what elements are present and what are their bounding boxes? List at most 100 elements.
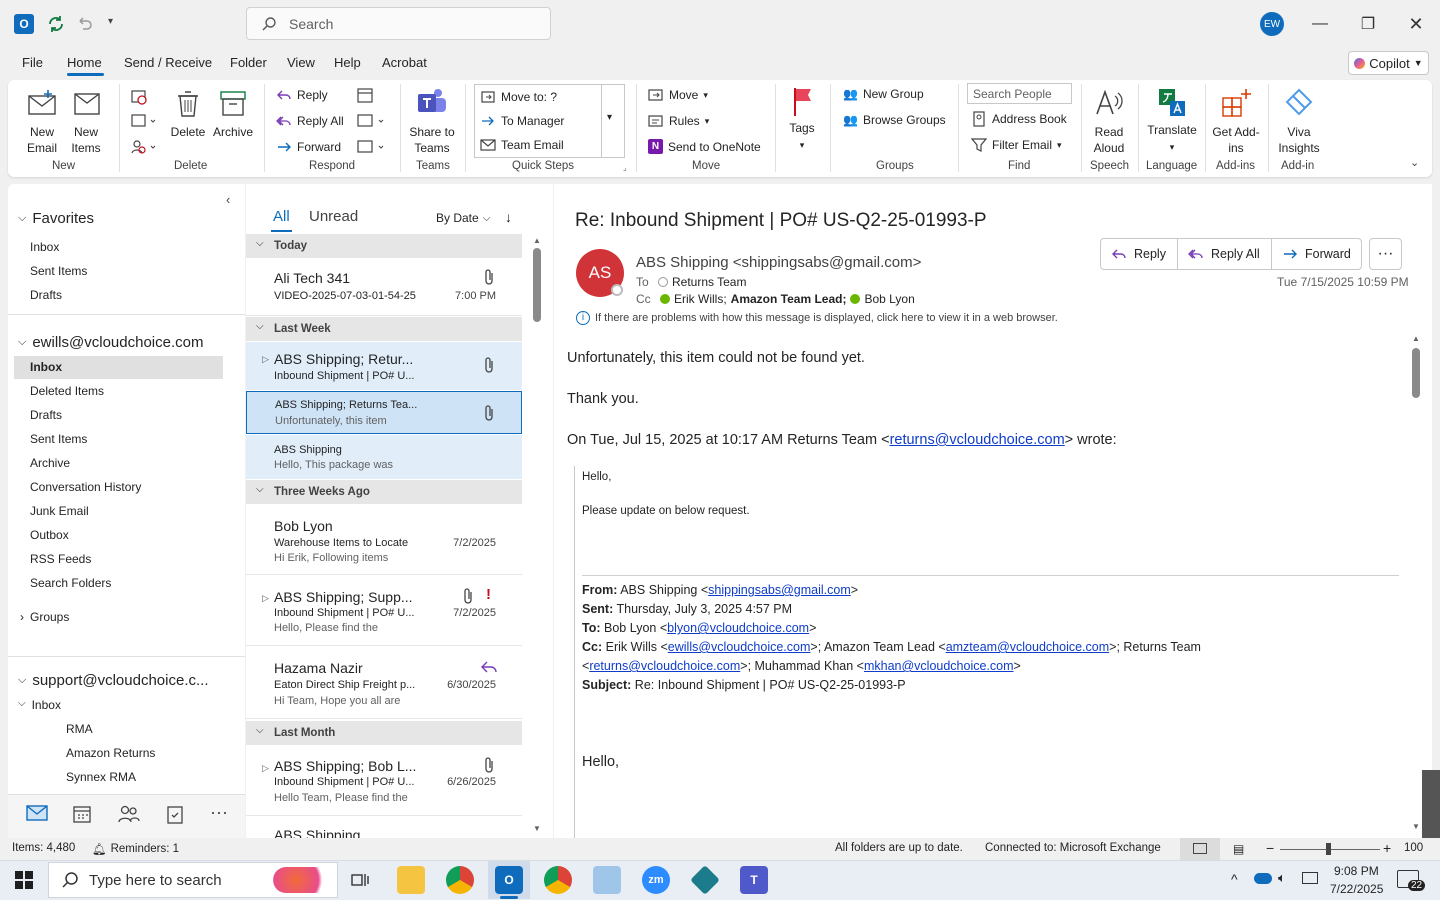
archive-button[interactable]: Archive bbox=[211, 88, 255, 140]
list-item[interactable]: Hazama Nazir Eaton Direct Ship Freight p… bbox=[246, 647, 522, 719]
email-link[interactable]: blyon@vcloudchoice.com bbox=[667, 621, 809, 635]
get-addins-button[interactable]: Get Add-ins bbox=[1212, 86, 1260, 156]
task-view-icon[interactable] bbox=[350, 870, 370, 890]
folder-rma[interactable]: RMA bbox=[66, 722, 93, 736]
forward-button[interactable]: Forward bbox=[276, 139, 341, 155]
folder-rss-feeds[interactable]: RSS Feeds bbox=[30, 552, 91, 566]
groups-header[interactable]: › Groups bbox=[20, 610, 69, 624]
more-apps-icon[interactable]: ··· bbox=[210, 802, 228, 823]
reading-reply-all-button[interactable]: Reply All bbox=[1177, 238, 1272, 270]
show-hidden-icons[interactable]: ^ bbox=[1231, 871, 1238, 887]
email-link[interactable]: ewills@vcloudchoice.com bbox=[668, 640, 811, 654]
folder-outbox[interactable]: Outbox bbox=[30, 528, 69, 542]
list-item[interactable]: ABS Shipping bbox=[246, 817, 522, 838]
sort-dropdown[interactable]: By Date ⌵ bbox=[436, 211, 490, 225]
section-three-weeks-ago[interactable]: Three Weeks Ago bbox=[246, 480, 522, 504]
menu-folder[interactable]: Folder bbox=[230, 55, 267, 70]
share-to-teams-button[interactable]: Share to Teams bbox=[408, 86, 456, 156]
list-scrollbar-thumb[interactable] bbox=[533, 248, 541, 322]
collapse-pane-icon[interactable]: ‹ bbox=[226, 192, 230, 207]
zoom-slider-thumb[interactable] bbox=[1326, 843, 1331, 855]
read-aloud-button[interactable]: Read Aloud bbox=[1089, 86, 1129, 156]
list-item-selected[interactable]: ABS Shipping; Returns Tea... Unfortunate… bbox=[246, 391, 522, 434]
section-last-week[interactable]: Last Week bbox=[246, 317, 522, 341]
delete-button[interactable]: Delete bbox=[168, 88, 208, 140]
menu-home[interactable]: Home bbox=[67, 55, 102, 70]
taskbar-search[interactable]: Type here to search bbox=[48, 862, 338, 898]
volume-icon[interactable]: 🔈︎ bbox=[1278, 870, 1286, 886]
zoom-level[interactable]: 100 bbox=[1404, 842, 1440, 854]
meeting-icon[interactable] bbox=[356, 86, 374, 104]
scroll-up-icon[interactable]: ▲ bbox=[1412, 334, 1420, 343]
folder-sent-items[interactable]: Sent Items bbox=[30, 432, 87, 446]
expand-thread-icon[interactable]: ▷ bbox=[262, 763, 269, 774]
network-icon[interactable] bbox=[1302, 872, 1318, 884]
junk-icon[interactable] bbox=[130, 138, 156, 156]
expand-thread-icon[interactable]: ▷ bbox=[262, 593, 269, 604]
filter-email-button[interactable]: Filter Email ▾ bbox=[971, 137, 1062, 153]
zoom-app-icon[interactable]: zm bbox=[642, 866, 670, 894]
reading-view-icon[interactable]: ▤ bbox=[1233, 842, 1244, 856]
scroll-up-icon[interactable]: ▲ bbox=[533, 236, 541, 245]
clock-date[interactable]: 7/22/2025 bbox=[1330, 882, 1383, 896]
fav-drafts[interactable]: Drafts bbox=[30, 288, 62, 302]
close-button[interactable]: ✕ bbox=[1402, 10, 1430, 38]
ignore-icon[interactable] bbox=[130, 88, 148, 106]
gallery-expand-icon[interactable]: ▾ bbox=[607, 112, 612, 123]
chrome-icon[interactable] bbox=[446, 866, 474, 894]
reply-button[interactable]: Reply bbox=[276, 87, 328, 103]
outlook-taskbar-icon[interactable]: O bbox=[495, 866, 523, 894]
folder-synnex-rma[interactable]: Synnex RMA bbox=[66, 770, 136, 784]
email-link[interactable]: shippingsabs@gmail.com bbox=[708, 583, 851, 597]
section-last-month[interactable]: Last Month bbox=[246, 721, 522, 745]
account2-header[interactable]: ⌵ support@vcloudchoice.c... bbox=[18, 672, 209, 689]
new-email-button[interactable]: New Email bbox=[22, 88, 62, 156]
email-link[interactable]: returns@vcloudchoice.com bbox=[890, 432, 1065, 448]
scroll-down-icon[interactable]: ▼ bbox=[533, 824, 541, 833]
favorites-header[interactable]: ⌵ Favorites bbox=[18, 210, 94, 227]
folder-archive[interactable]: Archive bbox=[30, 456, 70, 470]
reading-scrollbar-thumb[interactable] bbox=[1412, 348, 1420, 398]
chrome-profile-icon[interactable] bbox=[544, 866, 572, 894]
tab-all[interactable]: All bbox=[273, 208, 290, 225]
reading-forward-button[interactable]: Forward bbox=[1271, 238, 1362, 270]
calendar-icon[interactable] bbox=[72, 804, 92, 824]
mail-icon[interactable] bbox=[26, 804, 48, 822]
quickstep-team-email[interactable]: Team Email bbox=[480, 137, 564, 153]
rules-button[interactable]: Rules ▾ bbox=[648, 113, 709, 129]
folder-junk-email[interactable]: Junk Email bbox=[30, 504, 89, 518]
more-respond-icon[interactable] bbox=[356, 138, 386, 156]
folder-drafts[interactable]: Drafts bbox=[30, 408, 62, 422]
zoom-in-button[interactable]: + bbox=[1383, 840, 1391, 856]
list-item[interactable]: Ali Tech 341 VIDEO-2025-07-03-01-54-25 7… bbox=[246, 258, 522, 316]
quickstep-move-to[interactable]: Move to: ? bbox=[480, 89, 557, 105]
email-link[interactable]: mkhan@vcloudchoice.com bbox=[864, 659, 1014, 673]
tab-unread[interactable]: Unread bbox=[309, 208, 358, 225]
reply-all-button[interactable]: Reply All bbox=[276, 113, 344, 129]
onedrive-icon[interactable] bbox=[1254, 873, 1272, 884]
clock-time[interactable]: 9:08 PM bbox=[1334, 864, 1379, 878]
translate-button[interactable]: Translate ▾ bbox=[1146, 86, 1198, 155]
new-group-button[interactable]: 👥 New Group bbox=[843, 87, 924, 101]
fav-inbox[interactable]: Inbox bbox=[30, 240, 59, 254]
expand-thread-icon[interactable]: ▷ bbox=[262, 354, 269, 365]
email-link[interactable]: amzteam@vcloudchoice.com bbox=[946, 640, 1109, 654]
search-box[interactable]: Search bbox=[246, 7, 551, 40]
cc-recipients[interactable]: Erik Wills; Amazon Team Lead; Bob Lyon bbox=[660, 292, 915, 306]
folder-inbox[interactable]: Inbox bbox=[30, 360, 62, 374]
zoom-out-button[interactable]: − bbox=[1266, 840, 1274, 856]
info-bar[interactable]: i If there are problems with how this mes… bbox=[576, 311, 1058, 325]
reading-reply-button[interactable]: Reply bbox=[1100, 238, 1178, 270]
list-item[interactable]: ▷ ABS Shipping; Bob L... Inbound Shipmen… bbox=[246, 746, 522, 816]
ribbon-collapse-icon[interactable]: ⌄ bbox=[1410, 156, 1419, 169]
folder-search-folders[interactable]: Search Folders bbox=[30, 576, 111, 590]
menu-send-receive[interactable]: Send / Receive bbox=[124, 55, 212, 70]
more-actions-icon[interactable]: ··· bbox=[1369, 238, 1402, 270]
dialog-launcher-icon[interactable]: ⌟ bbox=[623, 163, 627, 172]
cleanup-icon[interactable] bbox=[130, 112, 156, 130]
sort-direction-icon[interactable]: ↓ bbox=[505, 209, 512, 225]
folder-conversation-history[interactable]: Conversation History bbox=[30, 480, 141, 494]
menu-acrobat[interactable]: Acrobat bbox=[382, 55, 427, 70]
folder-deleted-items[interactable]: Deleted Items bbox=[30, 384, 104, 398]
quickstep-to-manager[interactable]: To Manager bbox=[480, 113, 564, 129]
